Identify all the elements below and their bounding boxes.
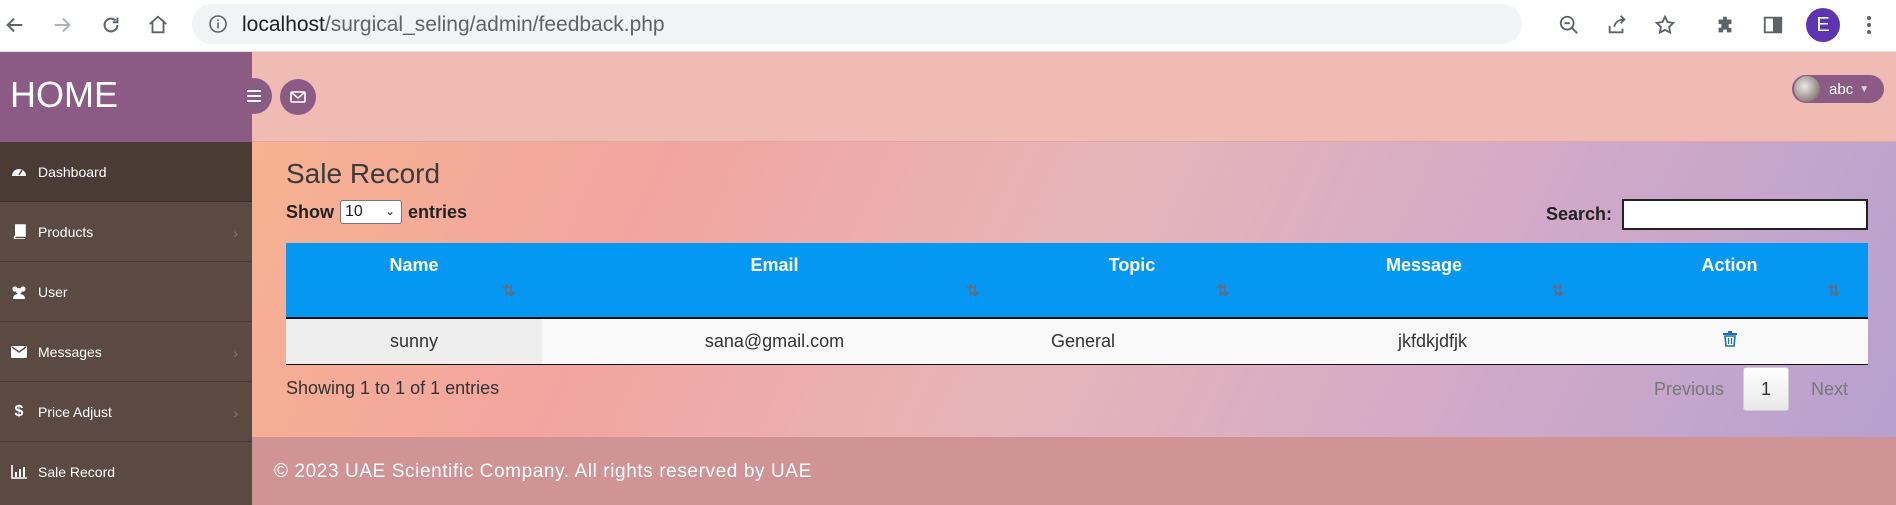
- side-panel-icon[interactable]: [1758, 10, 1788, 40]
- home-icon[interactable]: [143, 10, 173, 40]
- table-row: sunny sana@gmail.com General jkfdkjdfjk: [286, 319, 1868, 365]
- content: Sale Record Show 10 ⌄ entries Search: Na…: [252, 142, 1896, 437]
- avatar: [1794, 76, 1820, 102]
- page: HOME Dashboard Products › User Messages …: [0, 52, 1896, 505]
- user-menu[interactable]: abc ▼: [1792, 75, 1884, 103]
- sidebar-item-messages[interactable]: Messages ›: [0, 322, 252, 382]
- page-title: Sale Record: [286, 158, 441, 189]
- footer-copyright: © 2023 UAE Scientific Company. All right…: [274, 461, 812, 482]
- sidebar-item-label: Dashboard: [38, 163, 107, 180]
- table-info: Showing 1 to 1 of 1 entries: [286, 378, 500, 398]
- caret-down-icon: ▼: [1859, 83, 1870, 95]
- share-icon[interactable]: [1604, 12, 1630, 38]
- sidebar-item-label: Price Adjust: [38, 403, 112, 420]
- main-area: abc ▼ Sale Record Show 10 ⌄ entries Sear…: [236, 52, 1896, 505]
- bar-chart-icon: [10, 465, 28, 479]
- users-icon: [10, 285, 28, 299]
- entries-select[interactable]: 10 ⌄: [340, 200, 402, 224]
- hamburger-icon: [247, 90, 261, 102]
- sort-icon: ⇅: [1216, 283, 1230, 300]
- sidebar-item-price-adjust[interactable]: $ Price Adjust ›: [0, 382, 252, 442]
- cell-message: jkfdkjdfjk: [1398, 331, 1468, 351]
- column-header-label: Email: [750, 255, 799, 275]
- entries-select-value: 10: [345, 203, 363, 220]
- footer: © 2023 UAE Scientific Company. All right…: [252, 437, 1896, 505]
- sort-icon: ⇅: [1551, 283, 1565, 300]
- browser-toolbar: localhost/surgical_seling/admin/feedback…: [0, 0, 1896, 52]
- table-header: Name ⇅ Email ⇅ Topic ⇅ Message ⇅ Action …: [286, 243, 1868, 319]
- sidebar-item-label: Products: [38, 223, 94, 240]
- column-header-label: Topic: [1108, 255, 1156, 275]
- sidebar-item-user[interactable]: User: [0, 262, 252, 322]
- top-bar: abc ▼: [236, 52, 1896, 142]
- show-label: Show: [286, 201, 334, 222]
- chevron-right-icon: ›: [233, 345, 238, 361]
- mail-button[interactable]: [280, 79, 316, 115]
- url-path: /surgical_seling/admin/feedback.php: [324, 13, 665, 36]
- search-label: Search:: [1546, 204, 1613, 224]
- search-input[interactable]: [1622, 199, 1868, 230]
- delete-trash-icon[interactable]: [1722, 331, 1737, 352]
- sidebar-toggle-button[interactable]: [236, 78, 272, 114]
- back-icon[interactable]: [0, 10, 30, 40]
- pagination-next[interactable]: Next: [1811, 367, 1848, 411]
- column-header-label: Action: [1701, 255, 1758, 275]
- reload-icon[interactable]: [96, 10, 126, 40]
- envelope-icon: [290, 91, 306, 103]
- pagination-previous[interactable]: Previous: [1654, 367, 1724, 411]
- cell-name: sunny: [286, 319, 542, 364]
- column-header-label: Name: [389, 255, 439, 275]
- url-text: localhost/surgical_seling/admin/feedback…: [242, 13, 665, 37]
- user-name: abc: [1829, 80, 1854, 98]
- chevron-down-icon: ⌄: [384, 204, 395, 218]
- sort-icon: ⇅: [1827, 283, 1841, 300]
- sidebar-item-sale-record[interactable]: Sale Record: [0, 442, 252, 502]
- url-host: localhost: [242, 13, 325, 36]
- dollar-icon: $: [14, 402, 24, 420]
- profile-avatar[interactable]: E: [1806, 8, 1840, 42]
- zoom-out-icon[interactable]: [1556, 12, 1582, 38]
- cell-topic: General: [1051, 331, 1116, 351]
- dashboard-icon: [10, 165, 28, 179]
- address-bar[interactable]: localhost/surgical_seling/admin/feedback…: [192, 4, 1676, 44]
- envelope-icon: [10, 345, 28, 358]
- bookmark-star-icon[interactable]: [1652, 12, 1678, 38]
- sidebar-item-label: Messages: [38, 343, 102, 360]
- sort-icon: ⇅: [502, 283, 516, 300]
- cell-action: [1591, 319, 1868, 364]
- sidebar-item-label: Sale Record: [38, 464, 116, 480]
- column-header-name[interactable]: Name ⇅: [286, 243, 542, 317]
- column-header-action[interactable]: Action ⇅: [1591, 243, 1868, 317]
- chevron-right-icon: ›: [233, 225, 238, 241]
- column-header-email[interactable]: Email ⇅: [542, 243, 1007, 317]
- pagination-page-1[interactable]: 1: [1743, 367, 1789, 411]
- chevron-right-icon: ›: [233, 405, 238, 421]
- cell-email: sana@gmail.com: [704, 331, 845, 351]
- forward-icon[interactable]: [47, 10, 77, 40]
- info-icon[interactable]: [208, 14, 228, 34]
- column-header-label: Message: [1385, 255, 1463, 275]
- entries-length-control: Show 10 ⌄ entries: [286, 200, 467, 224]
- brand[interactable]: HOME: [0, 52, 252, 142]
- column-header-message[interactable]: Message ⇅: [1257, 243, 1591, 317]
- sort-icon: ⇅: [966, 283, 980, 300]
- sidebar-item-dashboard[interactable]: Dashboard: [0, 142, 252, 202]
- brand-title[interactable]: HOME: [10, 74, 118, 116]
- extensions-icon[interactable]: [1710, 10, 1740, 40]
- column-header-topic[interactable]: Topic ⇅: [1007, 243, 1257, 317]
- book-icon: [10, 224, 28, 239]
- sidebar: HOME Dashboard Products › User Messages …: [0, 52, 252, 505]
- sidebar-item-label: User: [38, 283, 68, 300]
- sidebar-item-products[interactable]: Products ›: [0, 202, 252, 262]
- browser-menu-icon[interactable]: [1854, 10, 1884, 40]
- entries-label: entries: [408, 201, 468, 222]
